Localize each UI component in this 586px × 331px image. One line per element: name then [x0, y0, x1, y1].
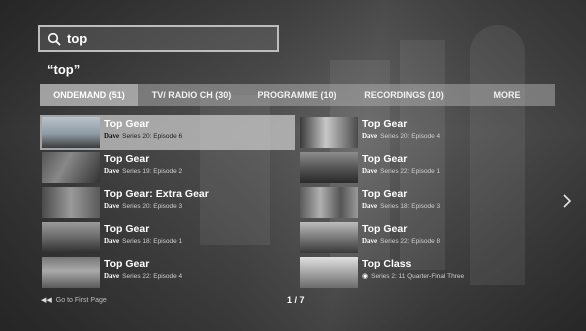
result-thumbnail: [42, 187, 100, 218]
tab-label: RECORDINGS (10): [364, 90, 444, 100]
search-icon: [47, 32, 61, 46]
result-item[interactable]: Top Gear Dave Series 20: Episode 6: [40, 115, 295, 150]
channel-logo: Dave: [104, 272, 120, 280]
result-thumbnail: [300, 152, 358, 183]
result-episode: Series 19: Episode 2: [122, 168, 183, 175]
tab-ondemand[interactable]: ONDEMAND (51): [40, 84, 138, 106]
result-title: Top Gear: [104, 223, 150, 235]
tab-programme[interactable]: PROGRAMME (10): [245, 84, 349, 106]
tab-label: PROGRAMME (10): [257, 90, 337, 100]
result-item[interactable]: Top Class ◉ Series 2: 11 Quarter-Final Th…: [298, 255, 553, 290]
result-episode: Series 18: Episode 3: [380, 203, 441, 210]
result-title: Top Gear: [104, 118, 150, 130]
channel-logo: Dave: [362, 167, 378, 175]
channel-logo: Dave: [104, 167, 120, 175]
result-item[interactable]: Top Gear Dave Series 22: Episode 1: [298, 150, 553, 185]
result-title: Top Gear: [362, 223, 408, 235]
result-episode: Series 20: Episode 4: [380, 133, 441, 140]
result-thumbnail: [300, 117, 358, 148]
channel-logo: Dave: [104, 237, 120, 245]
result-thumbnail: [300, 187, 358, 218]
result-item[interactable]: Top Gear Dave Series 18: Episode 3: [298, 185, 553, 220]
channel-logo: Dave: [362, 132, 378, 140]
channel-logo: Dave: [104, 132, 120, 140]
search-query-text: top: [67, 31, 88, 46]
result-episode: Series 20: Episode 3: [122, 203, 183, 210]
result-thumbnail: [42, 117, 100, 148]
result-item[interactable]: Top Gear Dave Series 20: Episode 4: [298, 115, 553, 150]
result-title: Top Gear: [104, 258, 150, 270]
result-episode: Series 20: Episode 6: [122, 133, 183, 140]
channel-logo: Dave: [362, 237, 378, 245]
result-title: Top Gear: Extra Gear: [104, 188, 209, 200]
result-thumbnail: [42, 257, 100, 288]
result-episode: Series 2: 11 Quarter-Final Three: [371, 273, 465, 280]
channel-logo: Dave: [362, 202, 378, 210]
result-item[interactable]: Top Gear Dave Series 18: Episode 1: [40, 220, 295, 255]
result-item[interactable]: Top Gear: Extra Gear Dave Series 20: Epis…: [40, 185, 295, 220]
rewind-icon: ◀◀: [41, 297, 52, 304]
results-column-left: Top Gear Dave Series 20: Episode 6 Top Ge…: [40, 115, 295, 290]
tab-label: ONDEMAND (51): [53, 90, 125, 100]
result-title: Top Gear: [104, 153, 150, 165]
result-item[interactable]: Top Gear Dave Series 19: Episode 2: [40, 150, 295, 185]
result-thumbnail: [42, 152, 100, 183]
results-column-right: Top Gear Dave Series 20: Episode 4 Top Ge…: [298, 115, 553, 290]
tab-recordings[interactable]: RECORDINGS (10): [349, 84, 459, 106]
chevron-right-icon[interactable]: [562, 193, 572, 209]
result-episode: Series 18: Episode 1: [122, 238, 183, 245]
category-tabs: ONDEMAND (51) TV/ RADIO CH (30) PROGRAMM…: [40, 84, 555, 106]
channel-logo: Dave: [104, 202, 120, 210]
result-item[interactable]: Top Gear Dave Series 22: Episode 8: [298, 220, 553, 255]
go-to-first-page-link[interactable]: ◀◀ Go to First Page: [41, 296, 107, 305]
query-heading: “top”: [47, 62, 81, 77]
result-thumbnail: [300, 222, 358, 253]
result-title: Top Gear: [362, 118, 408, 130]
tab-label: TV/ RADIO CH (30): [151, 90, 232, 100]
search-field[interactable]: top: [38, 25, 279, 52]
pagination-indicator: 1 / 7: [287, 295, 305, 305]
tab-label: MORE: [493, 90, 521, 100]
result-thumbnail: [42, 222, 100, 253]
result-episode: Series 22: Episode 1: [380, 168, 441, 175]
tab-tv-radio-channels[interactable]: TV/ RADIO CH (30): [138, 84, 245, 106]
tv-search-screen: top “top” ONDEMAND (51) TV/ RADIO CH (30…: [0, 0, 586, 331]
result-title: Top Class: [362, 258, 412, 270]
result-item[interactable]: Top Gear Dave Series 22: Episode 4: [40, 255, 295, 290]
result-episode: Series 22: Episode 4: [122, 273, 183, 280]
tab-more[interactable]: MORE: [459, 84, 555, 106]
channel-logo-icon: ◉: [362, 272, 369, 280]
result-episode: Series 22: Episode 8: [380, 238, 441, 245]
result-title: Top Gear: [362, 188, 408, 200]
first-page-label: Go to First Page: [55, 296, 107, 304]
result-title: Top Gear: [362, 153, 408, 165]
result-thumbnail: [300, 257, 358, 288]
